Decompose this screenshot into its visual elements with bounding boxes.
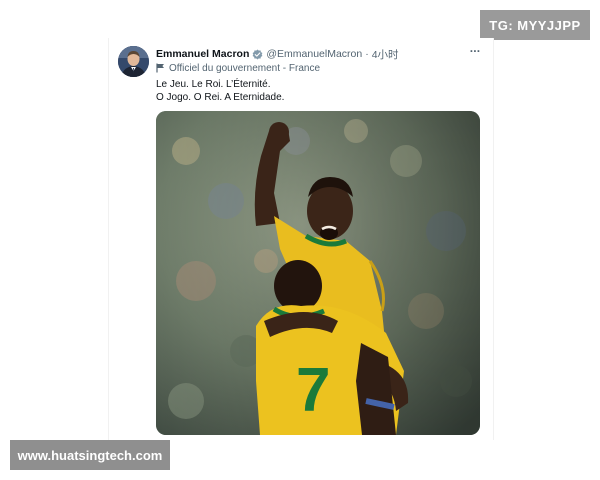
affiliation-text: Officiel du gouvernement - France xyxy=(169,62,321,74)
timestamp[interactable]: 4小时 xyxy=(372,47,399,62)
tweet-card[interactable]: Emmanuel Macron @EmmanuelMacron · 4小时 ··… xyxy=(108,38,494,440)
affiliation-label: Officiel du gouvernement - France xyxy=(156,61,320,75)
more-options-icon[interactable]: ··· xyxy=(467,45,483,58)
display-name[interactable]: Emmanuel Macron xyxy=(156,48,249,60)
jersey-number: 7 xyxy=(296,356,330,425)
separator-dot: · xyxy=(365,48,369,60)
tweet-text-line: Le Jeu. Le Roi. L’Éternité. xyxy=(156,79,271,90)
tweet-header: Emmanuel Macron @EmmanuelMacron · 4小时 xyxy=(156,46,446,62)
user-handle[interactable]: @EmmanuelMacron xyxy=(266,48,362,60)
site-watermark: www.huatsingtech.com xyxy=(10,440,170,470)
page: TG: MYYJJPP Emmanuel Macron @EmmanuelMac… xyxy=(0,0,600,480)
tweet-text-line: O Jogo. O Rei. A Eternidade. xyxy=(156,92,285,103)
tweet-text: Le Jeu. Le Roi. L’Éternité. O Jogo. O Re… xyxy=(156,78,476,104)
flag-icon xyxy=(156,63,165,73)
tg-watermark: TG: MYYJJPP xyxy=(480,10,590,40)
verified-badge-icon xyxy=(252,49,263,60)
tweet-photo[interactable]: 7 xyxy=(156,111,480,435)
avatar[interactable] xyxy=(118,46,149,77)
